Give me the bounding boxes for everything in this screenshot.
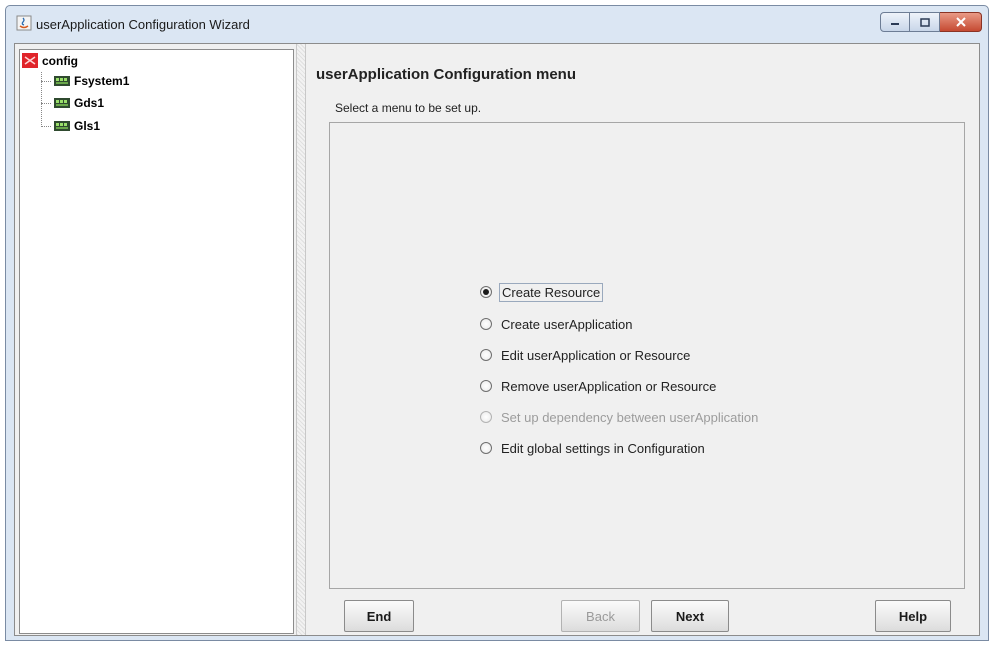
- page-title: userApplication Configuration menu: [316, 66, 577, 83]
- radio-edit-userapplication-or-resource[interactable]: Edit userApplication or Resource: [480, 345, 692, 365]
- tree-connector: [41, 81, 51, 82]
- tree-node-fsystem1[interactable]: Fsystem1: [54, 74, 129, 88]
- wizard-client-area: config Fsystem1 Gds1 Gls1 userApplicatio…: [14, 43, 980, 636]
- configuration-tree[interactable]: config Fsystem1 Gds1 Gls1: [19, 49, 294, 634]
- close-button[interactable]: [940, 12, 982, 32]
- maximize-icon: [919, 17, 930, 27]
- tree-node-label: config: [42, 53, 78, 68]
- tree-node-config[interactable]: config: [22, 53, 78, 68]
- end-button[interactable]: End: [344, 600, 414, 632]
- resource-icon: [54, 98, 70, 108]
- config-folder-icon: [22, 53, 38, 68]
- radio-unselected-icon: [480, 349, 492, 361]
- radio-set-up-dependency: Set up dependency between userApplicatio…: [480, 407, 760, 427]
- page-subtitle: Select a menu to be set up.: [335, 101, 482, 115]
- radio-create-userapplication[interactable]: Create userApplication: [480, 314, 635, 334]
- tree-node-label: Gds1: [74, 96, 105, 110]
- radio-label: Edit global settings in Configuration: [501, 440, 705, 456]
- close-icon: [955, 17, 966, 27]
- caption-buttons: [880, 12, 982, 32]
- resource-icon: [54, 76, 70, 86]
- radio-unselected-icon: [480, 411, 492, 423]
- radio-label: Edit userApplication or Resource: [501, 347, 691, 363]
- java-app-icon: [16, 15, 32, 31]
- help-button[interactable]: Help: [875, 600, 951, 632]
- tree-node-gds1[interactable]: Gds1: [54, 96, 104, 110]
- radio-create-resource[interactable]: Create Resource: [480, 282, 604, 302]
- radio-unselected-icon: [480, 442, 492, 454]
- maximize-button[interactable]: [910, 12, 940, 32]
- resource-icon: [54, 121, 70, 131]
- title-bar[interactable]: userApplication Configuration Wizard: [6, 6, 988, 41]
- radio-label: Remove userApplication or Resource: [501, 378, 717, 394]
- radio-selected-icon: [480, 286, 492, 298]
- menu-options-panel: Create Resource Create userApplication E…: [329, 122, 965, 589]
- minimize-button[interactable]: [880, 12, 910, 32]
- radio-label: Create Resource: [499, 282, 604, 302]
- radio-edit-global-settings[interactable]: Edit global settings in Configuration: [480, 438, 707, 458]
- radio-unselected-icon: [480, 318, 492, 330]
- radio-label: Create userApplication: [501, 316, 633, 332]
- radio-remove-userapplication-or-resource[interactable]: Remove userApplication or Resource: [480, 376, 718, 396]
- tree-node-label: Fsystem1: [74, 74, 130, 88]
- tree-node-label: Gls1: [74, 119, 101, 133]
- back-button: Back: [561, 600, 640, 632]
- tree-connector: [41, 103, 51, 104]
- tree-node-gls1[interactable]: Gls1: [54, 119, 100, 133]
- radio-label: Set up dependency between userApplicatio…: [501, 409, 759, 425]
- radio-unselected-icon: [480, 380, 492, 392]
- window-title: userApplication Configuration Wizard: [36, 17, 250, 32]
- next-button[interactable]: Next: [651, 600, 729, 632]
- tree-connector: [41, 126, 51, 127]
- split-pane-divider[interactable]: [296, 44, 306, 635]
- wizard-window: userApplication Configuration Wizard con…: [5, 5, 989, 641]
- minimize-icon: [891, 23, 899, 25]
